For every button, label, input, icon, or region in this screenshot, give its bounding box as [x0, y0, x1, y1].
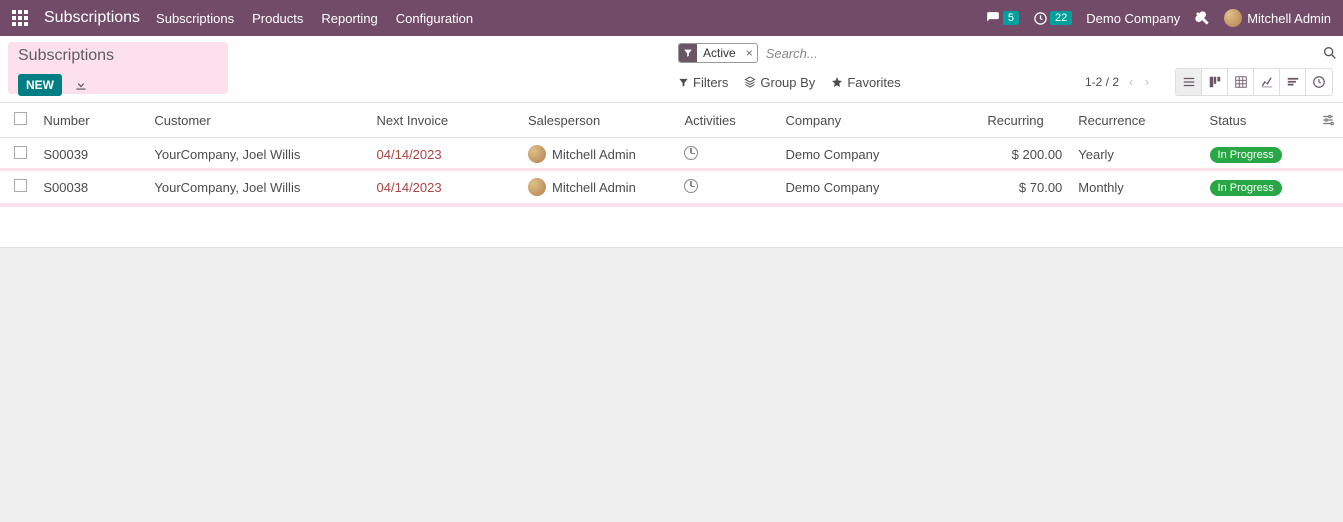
cell-status: In Progress — [1202, 171, 1313, 204]
funnel-icon — [679, 44, 697, 62]
nav-subscriptions[interactable]: Subscriptions — [156, 11, 234, 26]
row-checkbox[interactable] — [14, 146, 27, 159]
search-container: Active × — [678, 43, 1338, 63]
cell-customer: YourCompany, Joel Willis — [146, 171, 368, 204]
pager-prev[interactable]: ‹ — [1127, 75, 1135, 89]
cell-salesperson: Mitchell Admin — [520, 171, 677, 204]
search-input[interactable] — [766, 46, 1322, 61]
view-switcher — [1175, 68, 1333, 96]
group-by-button[interactable]: Group By — [744, 75, 815, 90]
col-number[interactable]: Number — [35, 103, 146, 138]
filter-chip-remove[interactable]: × — [742, 46, 757, 60]
avatar-icon — [528, 178, 546, 196]
col-recurring[interactable]: Recurring — [979, 103, 1070, 138]
wrench-icon — [1194, 10, 1210, 26]
cell-salesperson: Mitchell Admin — [520, 138, 677, 171]
filters-label: Filters — [693, 75, 728, 90]
new-button[interactable]: NEW — [18, 74, 62, 96]
filter-chip-active[interactable]: Active × — [678, 43, 758, 63]
messages-badge: 5 — [1003, 11, 1019, 25]
status-badge: In Progress — [1210, 147, 1282, 163]
subscriptions-table: Number Customer Next Invoice Salesperson… — [0, 103, 1343, 204]
view-graph-icon[interactable] — [1254, 69, 1280, 95]
cell-number: S00038 — [35, 171, 146, 204]
view-cohort-icon[interactable] — [1280, 69, 1306, 95]
app-brand[interactable]: Subscriptions — [44, 9, 140, 27]
cell-next-invoice: 04/14/2023 — [369, 171, 520, 204]
cell-company: Demo Company — [777, 138, 979, 171]
col-next-invoice[interactable]: Next Invoice — [369, 103, 520, 138]
table-row[interactable]: S00039 YourCompany, Joel Willis 04/14/20… — [0, 138, 1343, 171]
salesperson-name: Mitchell Admin — [552, 180, 636, 195]
pager-next[interactable]: › — [1143, 75, 1151, 89]
select-all-checkbox[interactable] — [14, 112, 27, 125]
search-icon[interactable] — [1322, 45, 1338, 61]
nav-products[interactable]: Products — [252, 11, 303, 26]
col-status[interactable]: Status — [1202, 103, 1313, 138]
table-row[interactable]: S00038 YourCompany, Joel Willis 04/14/20… — [0, 171, 1343, 204]
messages-button[interactable]: 5 — [985, 11, 1019, 25]
cell-next-invoice: 04/14/2023 — [369, 138, 520, 171]
col-activities[interactable]: Activities — [676, 103, 777, 138]
clock-icon — [1033, 11, 1048, 26]
pager-text: 1-2 / 2 — [1085, 75, 1119, 89]
nav-configuration[interactable]: Configuration — [396, 11, 473, 26]
layers-icon — [744, 76, 756, 88]
row-checkbox[interactable] — [14, 179, 27, 192]
col-customer[interactable]: Customer — [146, 103, 368, 138]
favorites-label: Favorites — [847, 75, 900, 90]
apps-grid-icon[interactable] — [12, 10, 28, 26]
cell-recurrence: Yearly — [1070, 138, 1201, 171]
cell-status: In Progress — [1202, 138, 1313, 171]
sliders-icon — [1321, 113, 1335, 127]
clock-icon — [684, 146, 698, 160]
col-company[interactable]: Company — [777, 103, 979, 138]
avatar-icon — [528, 145, 546, 163]
cell-activities[interactable] — [676, 138, 777, 171]
cell-company: Demo Company — [777, 171, 979, 204]
cell-number: S00039 — [35, 138, 146, 171]
favorites-button[interactable]: Favorites — [831, 75, 900, 90]
view-kanban-icon[interactable] — [1202, 69, 1228, 95]
top-nav: Subscriptions Subscriptions Products Rep… — [0, 0, 1343, 36]
activities-button[interactable]: 22 — [1033, 11, 1072, 26]
col-recurrence[interactable]: Recurrence — [1070, 103, 1201, 138]
cell-recurring: $ 200.00 — [979, 138, 1070, 171]
page-title: Subscriptions — [18, 41, 230, 65]
filters-button[interactable]: Filters — [678, 75, 728, 90]
view-list-icon[interactable] — [1176, 69, 1202, 95]
user-name: Mitchell Admin — [1247, 11, 1331, 26]
tools-button[interactable] — [1194, 10, 1210, 26]
empty-footer — [0, 204, 1343, 248]
col-salesperson[interactable]: Salesperson — [520, 103, 677, 138]
salesperson-name: Mitchell Admin — [552, 147, 636, 162]
top-nav-left: Subscriptions Subscriptions Products Rep… — [12, 9, 473, 27]
pager: 1-2 / 2 ‹ › — [1085, 75, 1151, 89]
company-selector[interactable]: Demo Company — [1086, 11, 1180, 26]
col-options[interactable] — [1313, 103, 1343, 138]
clock-icon — [684, 179, 698, 193]
table-header-row: Number Customer Next Invoice Salesperson… — [0, 103, 1343, 138]
download-icon[interactable] — [74, 78, 88, 92]
cell-recurring: $ 70.00 — [979, 171, 1070, 204]
control-panel: Subscriptions Active × NEW — [0, 36, 1343, 103]
filter-chip-label: Active — [697, 46, 742, 60]
view-activity-icon[interactable] — [1306, 69, 1332, 95]
chat-icon — [985, 11, 1001, 25]
user-menu[interactable]: Mitchell Admin — [1224, 9, 1331, 27]
cell-activities[interactable] — [676, 171, 777, 204]
cell-customer: YourCompany, Joel Willis — [146, 138, 368, 171]
star-icon — [831, 76, 843, 88]
status-badge: In Progress — [1210, 180, 1282, 196]
top-nav-right: 5 22 Demo Company Mitchell Admin — [985, 9, 1331, 27]
nav-reporting[interactable]: Reporting — [321, 11, 377, 26]
avatar-icon — [1224, 9, 1242, 27]
activities-badge: 22 — [1050, 11, 1072, 25]
view-pivot-icon[interactable] — [1228, 69, 1254, 95]
group-by-label: Group By — [760, 75, 815, 90]
nav-items: Subscriptions Products Reporting Configu… — [156, 11, 473, 26]
cell-recurrence: Monthly — [1070, 171, 1201, 204]
funnel-icon — [678, 77, 689, 88]
